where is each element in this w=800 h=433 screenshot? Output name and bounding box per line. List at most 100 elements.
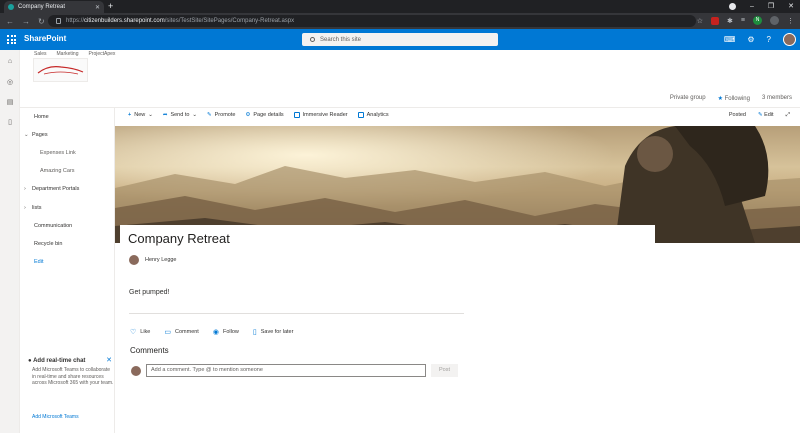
globe-icon[interactable]: ◎ [0, 78, 20, 90]
teams-chat-card: ✕ ● Add real-time chat Add Microsoft Tea… [28, 356, 114, 428]
expand-icon[interactable]: ⤢ [786, 112, 790, 119]
nav-item-amazing-cars[interactable]: Amazing Cars [40, 168, 75, 174]
nav-item-lists[interactable]: › lists [24, 205, 41, 211]
home-icon[interactable]: ⌂ [0, 58, 20, 70]
hub-item-marketing[interactable]: Marketing [57, 51, 79, 57]
extensions-puzzle-icon[interactable]: ✱ [727, 17, 733, 25]
record-icon[interactable] [728, 3, 736, 10]
page-details-button[interactable]: ⚙ Page details [245, 112, 283, 118]
browser-toolbar: ← → ↻ https://citizenbuilders.sharepoint… [0, 13, 800, 29]
nav-item-communication[interactable]: Communication [34, 223, 72, 229]
author-byline: Henry Legge [129, 255, 177, 265]
author-name[interactable]: Henry Legge [145, 257, 177, 263]
page-title[interactable]: Company Retreat [128, 231, 230, 246]
site-info: Private group Following 3 members [670, 95, 792, 102]
save-for-later-label: Save for later [260, 329, 294, 335]
back-icon[interactable]: ← [6, 17, 14, 26]
promote-label: Promote [214, 112, 236, 118]
comment-button[interactable]: ▭ Comment [164, 328, 198, 336]
forward-icon[interactable]: → [22, 17, 30, 26]
browser-tab[interactable]: Company Retreat ✕ [4, 1, 104, 13]
window-controls: – ❐ ✕ [728, 1, 794, 12]
promote-button[interactable]: ✎ Promote [207, 112, 235, 118]
content-divider [129, 313, 464, 314]
extension-green-icon[interactable]: N [753, 16, 762, 25]
comments-heading: Comments [130, 346, 169, 355]
help-icon[interactable]: ? [767, 35, 771, 44]
nav-item-recycle-bin[interactable]: Recycle bin [34, 241, 62, 247]
close-window-button[interactable]: ✕ [788, 1, 794, 12]
nav-item-pages[interactable]: ⌄ Pages [24, 132, 48, 138]
app-name[interactable]: SharePoint [24, 34, 66, 43]
page-details-label: Page details [253, 112, 284, 118]
feedback-icon[interactable]: ⌨ [724, 35, 736, 44]
restore-button[interactable]: ❐ [768, 1, 774, 12]
site-left-nav: Home ⌄ Pages Expenses Link Amazing Cars ›… [20, 108, 115, 358]
browser-menu-icon[interactable]: ⋮ [787, 17, 794, 25]
post-button[interactable]: Post [431, 364, 458, 377]
site-logo[interactable] [33, 58, 88, 82]
author-avatar[interactable] [129, 255, 139, 265]
follow-label: Follow [222, 329, 239, 335]
comment-label: Comment [175, 329, 199, 335]
commenter-avatar [131, 365, 141, 376]
analytics-icon [357, 112, 364, 118]
chevron-down-icon: ⌄ [192, 112, 198, 118]
like-button[interactable]: ♡ Like [130, 328, 150, 336]
edit-button[interactable]: ✎ Edit [758, 112, 774, 119]
media-icon[interactable]: ≡ [741, 17, 745, 24]
like-icon: ♡ [130, 329, 137, 336]
bookmark-star-icon[interactable]: ☆ [697, 17, 703, 25]
following-button[interactable]: Following [718, 95, 750, 102]
url-host: citizenbuilders.sharepoint.com [84, 18, 165, 24]
profile-avatar[interactable] [770, 16, 779, 25]
members-button[interactable]: 3 members [762, 95, 792, 102]
page-body-text: Get pumped! [129, 289, 170, 296]
analytics-label: Analytics [366, 112, 389, 118]
minimize-button[interactable]: – [750, 1, 754, 12]
send-to-button[interactable]: ➦ Send to ⌄ [163, 112, 197, 118]
follow-button[interactable]: ◉ Follow [213, 328, 239, 336]
document-icon[interactable]: ▯ [0, 118, 20, 130]
comment-composer: Add a comment. Type @ to mention someone… [131, 364, 458, 377]
tab-close-icon[interactable]: ✕ [95, 4, 100, 11]
lock-icon [56, 18, 61, 24]
reload-icon[interactable]: ↻ [38, 17, 45, 26]
app-launcher-icon[interactable] [7, 35, 16, 44]
analytics-button[interactable]: Analytics [357, 112, 389, 118]
chevron-right-icon[interactable]: › [24, 205, 32, 211]
nav-item-home[interactable]: Home [34, 114, 49, 120]
nav-item-lists-label: lists [32, 205, 42, 211]
extension-red-icon[interactable] [711, 16, 720, 25]
posted-status: Posted [728, 112, 746, 118]
new-tab-button[interactable]: + [108, 1, 113, 12]
nav-edit-link[interactable]: Edit [34, 259, 43, 265]
hub-item-sales[interactable]: Sales [34, 51, 47, 57]
settings-gear-icon[interactable]: ⚙ [747, 35, 754, 44]
account-avatar[interactable] [783, 33, 796, 46]
chevron-right-icon[interactable]: › [24, 186, 32, 192]
reader-icon [293, 112, 300, 118]
address-bar[interactable]: https://citizenbuilders.sharepoint.com/s… [48, 15, 696, 27]
nav-item-department-portals-label: Department Portals [32, 186, 80, 192]
add-teams-link[interactable]: Add Microsoft Teams [32, 414, 79, 420]
suite-actions: ⌨ ⚙ ? [724, 33, 796, 46]
site-search-input[interactable]: Search this site [302, 33, 498, 46]
hub-item-projectapex[interactable]: ProjectApex [88, 51, 115, 57]
eye-icon: ◉ [212, 329, 219, 336]
comment-input[interactable]: Add a comment. Type @ to mention someone [146, 364, 426, 377]
news-icon[interactable]: ▤ [0, 98, 20, 110]
close-icon[interactable]: ✕ [106, 356, 112, 364]
chevron-down-icon[interactable]: ⌄ [24, 132, 32, 138]
search-placeholder: Search this site [320, 36, 362, 43]
suite-bar: SharePoint Search this site ⌨ ⚙ ? [0, 29, 800, 50]
edit-label: Edit [764, 112, 774, 118]
new-button[interactable]: + New ⌄ [128, 112, 153, 118]
search-icon [310, 37, 315, 42]
nav-item-department-portals[interactable]: › Department Portals [24, 186, 79, 192]
chat-card-title-text: Add real-time chat [33, 358, 86, 364]
nav-item-expenses-link[interactable]: Expenses Link [40, 150, 76, 156]
immersive-reader-button[interactable]: Immersive Reader [293, 112, 348, 118]
promote-icon: ✎ [207, 112, 212, 118]
save-for-later-button[interactable]: ▯ Save for later [253, 328, 294, 336]
